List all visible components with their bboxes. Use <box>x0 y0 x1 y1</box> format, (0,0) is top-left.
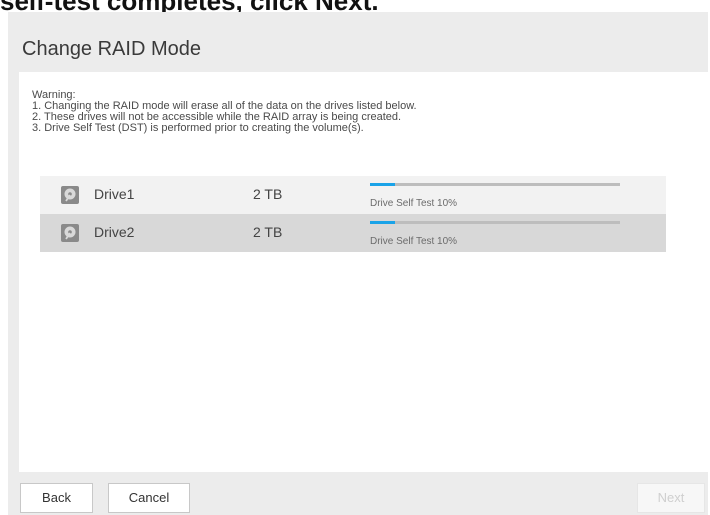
drive-icon <box>61 186 79 204</box>
drive-name: Drive1 <box>94 186 135 202</box>
next-button[interactable]: Next <box>637 483 705 513</box>
self-test-status: Drive Self Test 10% <box>370 236 458 247</box>
back-button[interactable]: Back <box>20 483 93 513</box>
drive-row: Drive1 2 TB Drive Self Test 10% <box>40 176 666 214</box>
drive-size: 2 TB <box>253 186 283 202</box>
warning-block: Warning: 1. Changing the RAID mode will … <box>32 90 417 134</box>
dialog-content: Warning: 1. Changing the RAID mode will … <box>19 72 709 472</box>
self-test-progress-bar <box>370 183 620 186</box>
drive-name: Drive2 <box>94 224 135 240</box>
progress-fill <box>370 221 395 224</box>
drive-row: Drive2 2 TB Drive Self Test 10% <box>40 214 666 252</box>
drive-icon <box>61 224 79 242</box>
dialog-title: Change RAID Mode <box>22 38 201 60</box>
warning-line: 3. Drive Self Test (DST) is performed pr… <box>32 122 364 134</box>
self-test-status: Drive Self Test 10% <box>370 198 458 209</box>
change-raid-dialog: Change RAID Mode Warning: 1. Changing th… <box>8 12 709 515</box>
drive-size: 2 TB <box>253 224 283 240</box>
drive-list: Drive1 2 TB Drive Self Test 10% Drive2 2… <box>40 176 666 252</box>
cancel-button[interactable]: Cancel <box>108 483 190 513</box>
self-test-progress-bar <box>370 221 620 224</box>
progress-fill <box>370 183 395 186</box>
